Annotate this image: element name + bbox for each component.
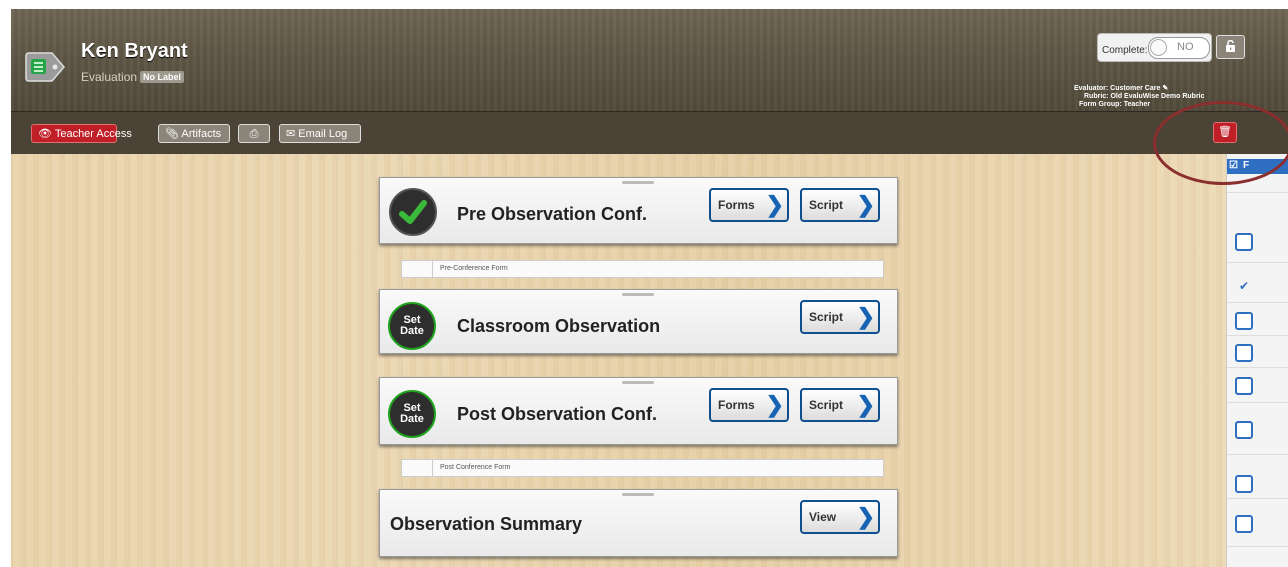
step-card-pre-observation: Pre Observation Conf. Forms ❯ Script ❯ — [379, 177, 898, 244]
print-button[interactable]: ⎙ — [238, 124, 270, 143]
script-button[interactable]: Script ❯ — [800, 188, 880, 222]
drag-handle[interactable] — [622, 181, 654, 184]
step-title: Classroom Observation — [457, 316, 661, 336]
evaluatee-name: Ken Bryant — [81, 40, 188, 62]
chevron-right-icon: ❯ — [765, 392, 784, 417]
rubric-line: Rubric: Old EvaluWise Demo Rubric — [1084, 93, 1205, 100]
divider — [1227, 402, 1288, 403]
divider — [1227, 302, 1288, 303]
toggle-knob — [1150, 39, 1167, 56]
script-button[interactable]: Script ❯ — [800, 300, 880, 334]
print-icon: ⎙ — [249, 128, 259, 140]
email-log-button[interactable]: ✉ Email Log — [279, 124, 361, 143]
step-title: Observation Summary — [390, 514, 583, 534]
forms-label: Forms — [718, 398, 755, 412]
evaluator-text: Evaluator: Customer Care — [1074, 85, 1161, 92]
script-button[interactable]: Script ❯ — [800, 388, 880, 422]
forms-label: Forms — [718, 198, 755, 212]
subform-label: Pre-Conference Form — [440, 265, 508, 272]
drag-handle[interactable] — [622, 381, 654, 384]
paperclip-icon: 📎︎ — [165, 128, 179, 140]
highlight-annotation-circle — [1153, 101, 1288, 185]
evaluation-header: Ken Bryant Evaluation No Label Complete: … — [11, 9, 1288, 111]
action-toolbar: 👁︎ Teacher Access 📎︎ Artifacts ⎙ ✉ Email… — [11, 111, 1288, 154]
app-frame: Ken Bryant Evaluation No Label Complete: … — [11, 9, 1288, 567]
chevron-right-icon: ❯ — [765, 192, 784, 217]
set-date-label: Set Date — [400, 314, 424, 337]
checkmark-icon — [399, 200, 427, 224]
step-card-post-observation: Set Date Post Observation Conf. Forms ❯ S… — [379, 377, 898, 445]
complete-control: Complete: NO — [1097, 33, 1212, 62]
checklist-checkbox[interactable] — [1235, 233, 1253, 251]
step-status-complete — [389, 188, 437, 236]
evaluator-line: Evaluator: Customer Care ✎ — [1068, 85, 1288, 93]
divider — [1227, 454, 1288, 455]
toggle-state: NO — [1177, 41, 1194, 53]
drag-handle[interactable] — [622, 493, 654, 496]
script-label: Script — [809, 398, 844, 412]
evaluation-label: Evaluation — [81, 70, 138, 84]
envelope-icon: ✉ — [286, 128, 296, 140]
checkmark-icon[interactable]: ✔ — [1239, 279, 1249, 293]
divider — [1227, 262, 1288, 263]
divider — [1227, 335, 1288, 336]
checklist-panel: ☑ F ✔ — [1226, 154, 1288, 567]
unlock-button[interactable] — [1216, 35, 1245, 59]
complete-label: Complete: — [1102, 45, 1148, 56]
set-date-label: Set Date — [400, 402, 424, 425]
artifacts-button[interactable]: 📎︎ Artifacts — [158, 124, 230, 143]
chevron-right-icon: ❯ — [856, 504, 875, 529]
teacher-access-button[interactable]: 👁︎ Teacher Access — [31, 124, 132, 143]
chevron-right-icon: ❯ — [856, 304, 875, 329]
subform-row[interactable]: Pre-Conference Form — [401, 260, 884, 278]
email-log-label: Email Log — [298, 128, 348, 140]
chevron-right-icon: ❯ — [856, 392, 875, 417]
subform-checkbox-cell — [402, 460, 433, 476]
teacher-access-label: Teacher Access — [54, 128, 132, 140]
step-title: Pre Observation Conf. — [457, 204, 648, 224]
divider — [1227, 192, 1288, 193]
divider — [1227, 498, 1288, 499]
unlock-icon — [1226, 40, 1235, 52]
script-label: Script — [809, 198, 844, 212]
subform-checkbox-cell — [402, 261, 433, 277]
view-label: View — [809, 510, 837, 524]
set-date-badge[interactable]: Set Date — [388, 390, 436, 438]
script-label: Script — [809, 310, 844, 324]
checklist-checkbox[interactable] — [1235, 421, 1253, 439]
edit-pencil-icon[interactable]: ✎ — [1162, 85, 1168, 92]
step-card-classroom-observation: Set Date Classroom Observation Script ❯ — [379, 289, 898, 354]
checklist-checkbox[interactable] — [1235, 312, 1253, 330]
complete-toggle[interactable]: NO — [1148, 37, 1210, 59]
forms-button[interactable]: Forms ❯ — [709, 388, 789, 422]
forms-button[interactable]: Forms ❯ — [709, 188, 789, 222]
subform-row[interactable]: Post Conference Form — [401, 459, 884, 477]
step-card-observation-summary: Observation Summary View ❯ — [379, 489, 898, 557]
chevron-right-icon: ❯ — [856, 192, 875, 217]
checklist-checkbox[interactable] — [1235, 344, 1253, 362]
label-badge[interactable]: No Label — [140, 71, 185, 83]
divider — [1227, 546, 1288, 547]
eye-slash-icon: 👁︎ — [38, 128, 52, 140]
divider — [1227, 367, 1288, 368]
checklist-checkbox[interactable] — [1235, 475, 1253, 493]
drag-handle[interactable] — [622, 293, 654, 296]
artifacts-label: Artifacts — [181, 128, 222, 140]
step-title: Post Observation Conf. — [457, 404, 658, 424]
subform-label: Post Conference Form — [440, 464, 511, 471]
set-date-badge[interactable]: Set Date — [388, 302, 436, 350]
checklist-checkbox[interactable] — [1235, 377, 1253, 395]
checklist-checkbox[interactable] — [1235, 515, 1253, 533]
view-button[interactable]: View ❯ — [800, 500, 880, 534]
evaluation-subtitle: Evaluation No Label — [81, 70, 185, 84]
tag-icon — [25, 52, 65, 82]
